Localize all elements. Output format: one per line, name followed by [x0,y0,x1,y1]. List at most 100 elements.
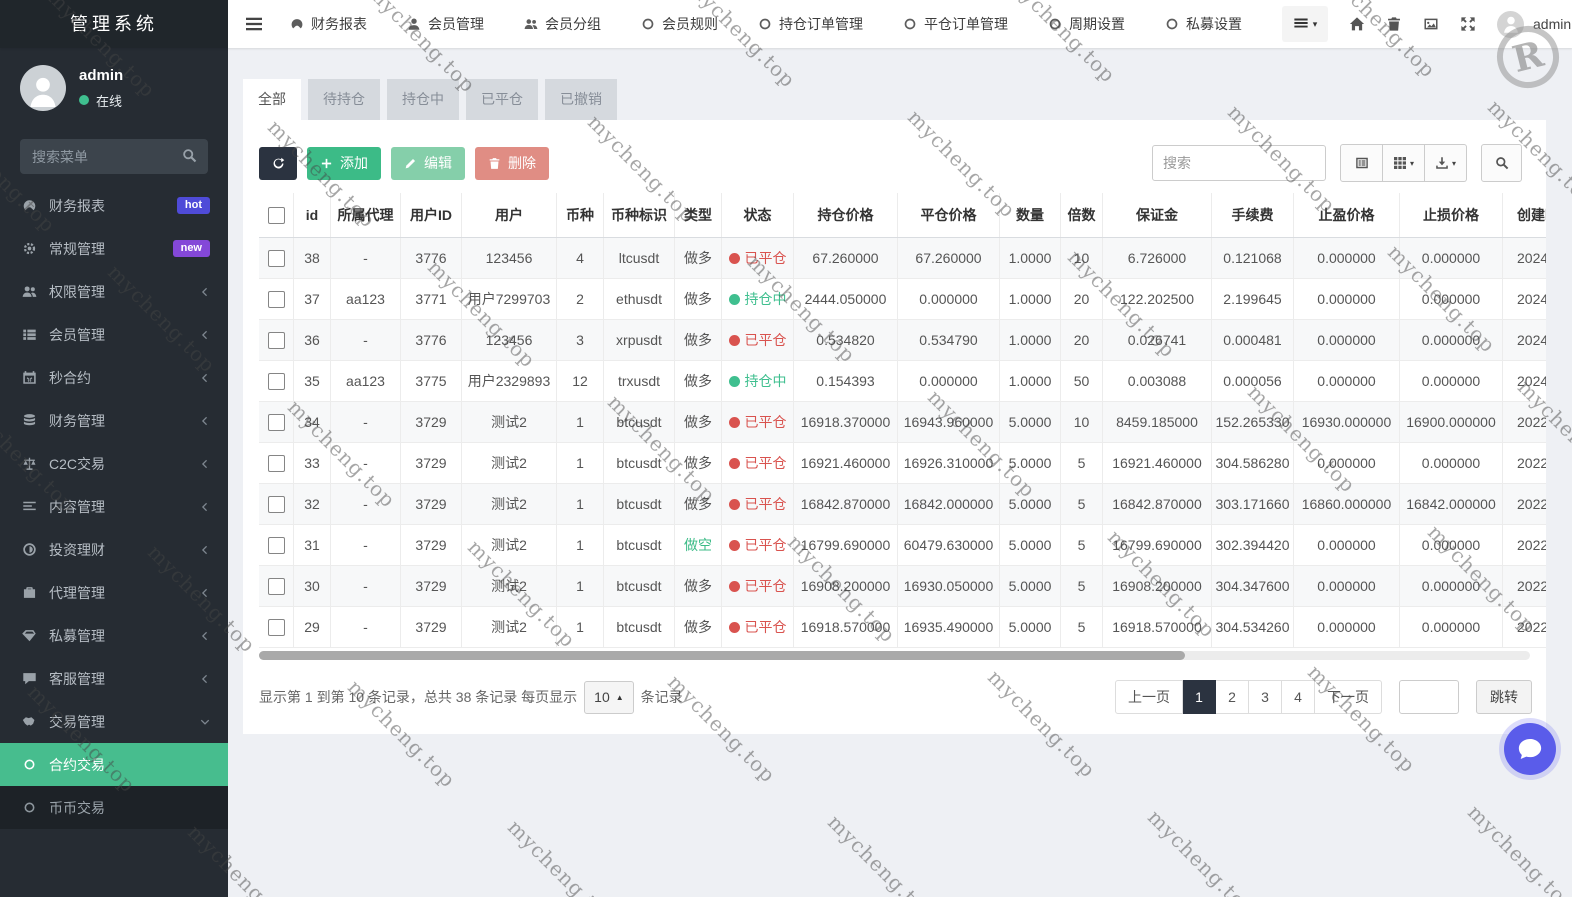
row-checkbox[interactable] [268,537,285,554]
row-checkbox[interactable] [268,373,285,390]
table-panel: 添加 编辑 删除 ▾ ▾ id所属代理用户ID用户币种币种标识类型状态持仓价格平… [243,120,1546,734]
cell-created: 2022-11-15 15 [1503,566,1547,607]
export-button[interactable]: ▾ [1425,144,1467,182]
tab-3[interactable]: 持仓中 [387,79,459,120]
trash-icon [1386,16,1402,32]
cell-margin: 16918.570000 [1103,607,1212,648]
topnav-item-7[interactable]: 周期设置 [1048,14,1125,34]
cell-lev: 10 [1061,238,1103,279]
page-size-select[interactable]: 10▲ [584,681,634,714]
next-page-button[interactable]: 下一页 [1315,680,1382,714]
jump-button[interactable]: 跳转 [1476,680,1532,714]
sidebar-subitem-1[interactable]: 合约交易 [0,743,228,786]
row-checkbox[interactable] [268,250,285,267]
sidebar-item-1[interactable]: 财务报表hot [0,184,228,227]
row-checkbox[interactable] [268,332,285,349]
sidebar-subitem-2[interactable]: 币币交易 [0,786,228,829]
sidebar-item-5[interactable]: 秒合约 [0,356,228,399]
cell-tp: 0.000000 [1294,443,1400,484]
sidebar-item-6[interactable]: 财务管理 [0,399,228,442]
cell-symbol: ltcusdt [604,238,675,279]
cell-created: 2022-11-15 15 [1503,607,1547,648]
chat-widget-button[interactable] [1504,723,1556,775]
sidebar-item-2[interactable]: 常规管理new [0,227,228,270]
chevron-left-icon [200,330,210,340]
scrollbar-thumb[interactable] [259,651,1185,660]
sidebar: admin 在线 财务报表hot常规管理new权限管理会员管理秒合约财务管理C2… [0,48,228,897]
chevron-left-icon [200,502,210,512]
sidebar-item-7[interactable]: C2C交易 [0,442,228,485]
sidebar-item-10[interactable]: 代理管理 [0,571,228,614]
topnav-item-label: 会员管理 [428,14,484,34]
cell-agent: aa123 [331,279,401,320]
chevron-left-icon [200,631,210,641]
edit-button[interactable]: 编辑 [391,147,465,180]
tab-1[interactable]: 全部 [243,79,301,120]
row-checkbox[interactable] [268,619,285,636]
cell-lev: 20 [1061,320,1103,361]
sidebar-item-4[interactable]: 会员管理 [0,313,228,356]
row-checkbox[interactable] [268,455,285,472]
sidebar-item-3[interactable]: 权限管理 [0,270,228,313]
topnav-item-2[interactable]: 会员管理 [407,14,484,34]
sidebar-search-input[interactable] [20,139,208,174]
cell-status: 已平仓 [722,238,794,279]
pagination-info-prefix: 显示第 1 到第 10 条记录，总共 38 条记录 每页显示 [259,687,577,707]
cell-type: 做多 [675,238,722,279]
page-button-4[interactable]: 4 [1282,680,1315,714]
add-button[interactable]: 添加 [307,147,381,180]
topnav-item-8[interactable]: 私募设置 [1165,14,1242,34]
tab-5[interactable]: 已撤销 [545,79,617,120]
page-button-3[interactable]: 3 [1249,680,1282,714]
topnav-item-1[interactable]: 财务报表 [290,14,367,34]
sidebar-item-12[interactable]: 客服管理 [0,657,228,700]
home-button[interactable] [1349,16,1365,32]
cell-close: 60479.630000 [898,525,1000,566]
sidebar-item-13[interactable]: 交易管理 [0,700,228,743]
fullscreen-button[interactable] [1460,16,1476,32]
horizontal-scrollbar[interactable] [259,651,1530,660]
cache-image-button[interactable] [1423,16,1439,32]
page-button-1[interactable]: 1 [1183,680,1216,714]
cell-margin: 0.003088 [1103,361,1212,402]
row-checkbox[interactable] [268,496,285,513]
refresh-button[interactable] [259,147,297,180]
topnav-item-6[interactable]: 平仓订单管理 [903,14,1008,34]
sidebar-item-8[interactable]: 内容管理 [0,485,228,528]
row-checkbox[interactable] [268,291,285,308]
tab-4[interactable]: 已平仓 [466,79,538,120]
page-button-2[interactable]: 2 [1216,680,1249,714]
cell-uid: 3729 [401,525,462,566]
sidebar-toggle-icon[interactable] [246,16,262,32]
select-all-checkbox[interactable] [268,207,285,224]
delete-button[interactable]: 删除 [475,147,549,180]
columns-button[interactable]: ▾ [1383,144,1425,182]
task-menu-button[interactable]: ▾ [1282,6,1328,42]
sidebar-item-9[interactable]: 投资理财 [0,528,228,571]
sidebar-item-11[interactable]: 私募管理 [0,614,228,657]
sidebar-item-label: 秒合约 [49,368,91,388]
table-search-input[interactable] [1152,145,1326,181]
row-checkbox[interactable] [268,578,285,595]
clear-trash-button[interactable] [1386,16,1402,32]
cell-type: 做多 [675,484,722,525]
topnav-item-3[interactable]: 会员分组 [524,14,601,34]
tab-2[interactable]: 待持仓 [308,79,380,120]
search-toggle-button[interactable] [1481,144,1522,182]
table-row: 30-3729测试21btcusdt做多已平仓16908.20000016930… [259,566,1546,607]
detail-view-button[interactable] [1340,144,1383,182]
jump-page-input[interactable] [1399,680,1459,714]
pagination-info-suffix: 条记录 [641,687,683,707]
detail-view-icon [1355,156,1369,170]
sidebar-item-label: 会员管理 [49,325,105,345]
cell-id: 34 [294,402,331,443]
status-tabs: 全部待持仓持仓中已平仓已撤销 [243,79,1546,120]
new-badge: new [173,240,210,257]
column-header-15: 止盈价格 [1294,193,1400,238]
prev-page-button[interactable]: 上一页 [1115,680,1183,714]
topnav-item-5[interactable]: 持仓订单管理 [758,14,863,34]
topnav-item-4[interactable]: 会员规则 [641,14,718,34]
cell-fee: 304.586280 [1212,443,1294,484]
cell-qty: 1.0000 [1000,279,1061,320]
row-checkbox[interactable] [268,414,285,431]
